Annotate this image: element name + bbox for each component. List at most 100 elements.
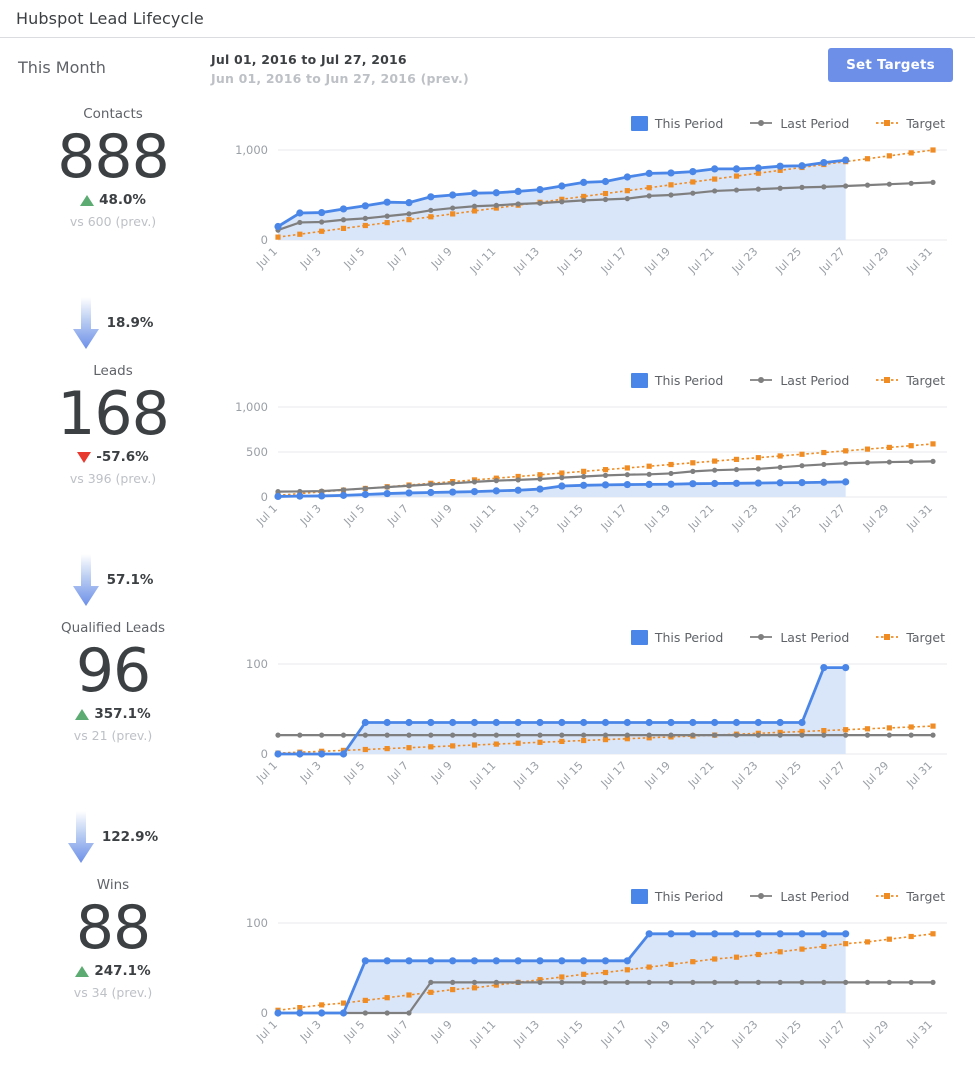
legend-item-last-period[interactable]: Last Period: [749, 116, 849, 131]
target-point: [384, 995, 390, 1001]
set-targets-button[interactable]: Set Targets: [828, 48, 953, 82]
legend-item-target[interactable]: Target: [875, 116, 945, 131]
last-period-point: [712, 979, 718, 985]
x-axis-label: Jul 31: [903, 759, 935, 791]
last-period-point: [493, 732, 499, 738]
legend-item-target[interactable]: Target: [875, 630, 945, 645]
last-period-point: [471, 732, 478, 738]
chart-svg: 0 500 1,000 Jul 1 Jul 3 Jul 5 Jul 7 Jul 9 Jul 11…: [235, 400, 947, 534]
x-axis-label: Jul 7: [384, 1018, 411, 1045]
legend-item-this-period[interactable]: This Period: [630, 888, 724, 904]
x-axis-label: Jul 25: [772, 1018, 804, 1050]
last-period-point: [340, 732, 347, 738]
chart-legend: This Period Last Period Target: [226, 110, 975, 136]
target-point: [624, 465, 630, 471]
x-axis-label: Jul 23: [729, 759, 761, 791]
legend-item-last-period[interactable]: Last Period: [749, 630, 849, 645]
legend-item-target[interactable]: Target: [875, 889, 945, 904]
legend-label-last-period: Last Period: [780, 372, 850, 388]
last-period-point: [930, 732, 936, 738]
target-point: [799, 946, 805, 952]
chart-legend: This Period Last Period Target: [226, 883, 975, 909]
kpi-delta-value: 48.0%: [99, 192, 146, 208]
last-period-point: [646, 471, 652, 477]
this-period-point: [623, 957, 631, 965]
legend-item-target[interactable]: Target: [875, 373, 945, 388]
this-period-swatch-icon: [630, 372, 648, 388]
kpi-card-2[interactable]: Qualified Leads 96 357.1% vs 21 (prev.): [0, 614, 226, 743]
x-axis-label: Jul 11: [467, 502, 499, 534]
chart-legend: This Period Last Period Target: [226, 624, 975, 650]
target-point: [362, 746, 368, 753]
target-point: [690, 959, 696, 965]
last-period-point: [668, 979, 674, 985]
target-point: [646, 964, 652, 970]
kpi-card-1[interactable]: Leads 168 -57.6% vs 396 (prev.): [0, 357, 226, 486]
x-axis-label: Jul 23: [729, 502, 761, 534]
this-period-point: [383, 957, 391, 965]
last-period-point: [515, 201, 521, 207]
last-period-point: [471, 979, 478, 985]
legend-item-last-period[interactable]: Last Period: [749, 889, 849, 904]
x-axis-label: Jul 21: [685, 502, 717, 534]
funnel-arrow-icon: [72, 554, 99, 606]
target-point: [886, 153, 892, 159]
target-point: [668, 461, 674, 468]
last-period-point: [864, 979, 871, 985]
last-period-point: [493, 979, 499, 985]
last-period-point: [493, 202, 499, 208]
this-period-point: [492, 957, 500, 965]
x-axis-label: Jul 3: [297, 1018, 324, 1045]
x-axis-label: Jul 21: [685, 245, 717, 277]
legend-item-this-period[interactable]: This Period: [630, 372, 723, 388]
last-period-point: [886, 979, 892, 985]
this-period-point: [405, 199, 413, 207]
x-axis-label: Jul 5: [341, 245, 368, 272]
last-period-point: [537, 200, 543, 206]
last-period-point: [602, 196, 609, 203]
last-period-point: [712, 732, 718, 738]
this-period-point: [318, 750, 326, 758]
this-period-point: [798, 479, 806, 487]
last-period-line-icon: [750, 120, 773, 126]
this-period-point: [558, 182, 566, 190]
this-period-point: [711, 718, 719, 727]
date-range[interactable]: Jul 01, 2016 to Jul 27, 2016 Jun 01, 201…: [211, 50, 469, 88]
this-period-point: [601, 718, 610, 727]
this-period-point: [383, 718, 391, 727]
last-period-point: [755, 979, 761, 985]
this-period-point: [492, 487, 500, 495]
x-axis-label: Jul 25: [772, 502, 804, 534]
this-period-point: [383, 198, 391, 206]
last-period-point: [362, 732, 368, 738]
legend-item-last-period[interactable]: Last Period: [749, 373, 849, 388]
y-axis-label: 0: [261, 747, 268, 761]
legend-item-this-period[interactable]: This Period: [630, 115, 723, 131]
this-period-point: [842, 664, 850, 672]
this-period-point: [798, 718, 806, 727]
this-period-point: [492, 718, 500, 727]
this-period-point: [318, 208, 326, 217]
last-period-point: [733, 466, 740, 473]
target-point: [384, 746, 390, 752]
this-period-point: [274, 222, 282, 231]
kpi-card-0[interactable]: Contacts 888 48.0% vs 600 (prev.): [0, 100, 226, 229]
last-period-point: [362, 1010, 368, 1016]
last-period-point: [471, 479, 478, 485]
last-period-point: [537, 732, 543, 738]
target-point: [602, 737, 609, 743]
last-period-point: [843, 460, 849, 466]
legend-item-this-period[interactable]: This Period: [630, 629, 723, 645]
this-period-point: [711, 930, 719, 938]
this-period-point: [361, 490, 369, 499]
target-point: [340, 1000, 347, 1006]
this-period-point: [296, 1009, 304, 1017]
target-point: [602, 190, 609, 197]
target-point: [319, 1002, 325, 1008]
kpi-card-3[interactable]: Wins 88 247.1% vs 34 (prev.): [0, 871, 226, 1000]
x-axis-label: Jul 19: [641, 502, 673, 534]
this-period-point: [689, 480, 697, 488]
this-period-point: [405, 957, 413, 965]
last-period-point: [384, 1010, 390, 1016]
legend-label-this-period: This Period: [654, 888, 724, 904]
